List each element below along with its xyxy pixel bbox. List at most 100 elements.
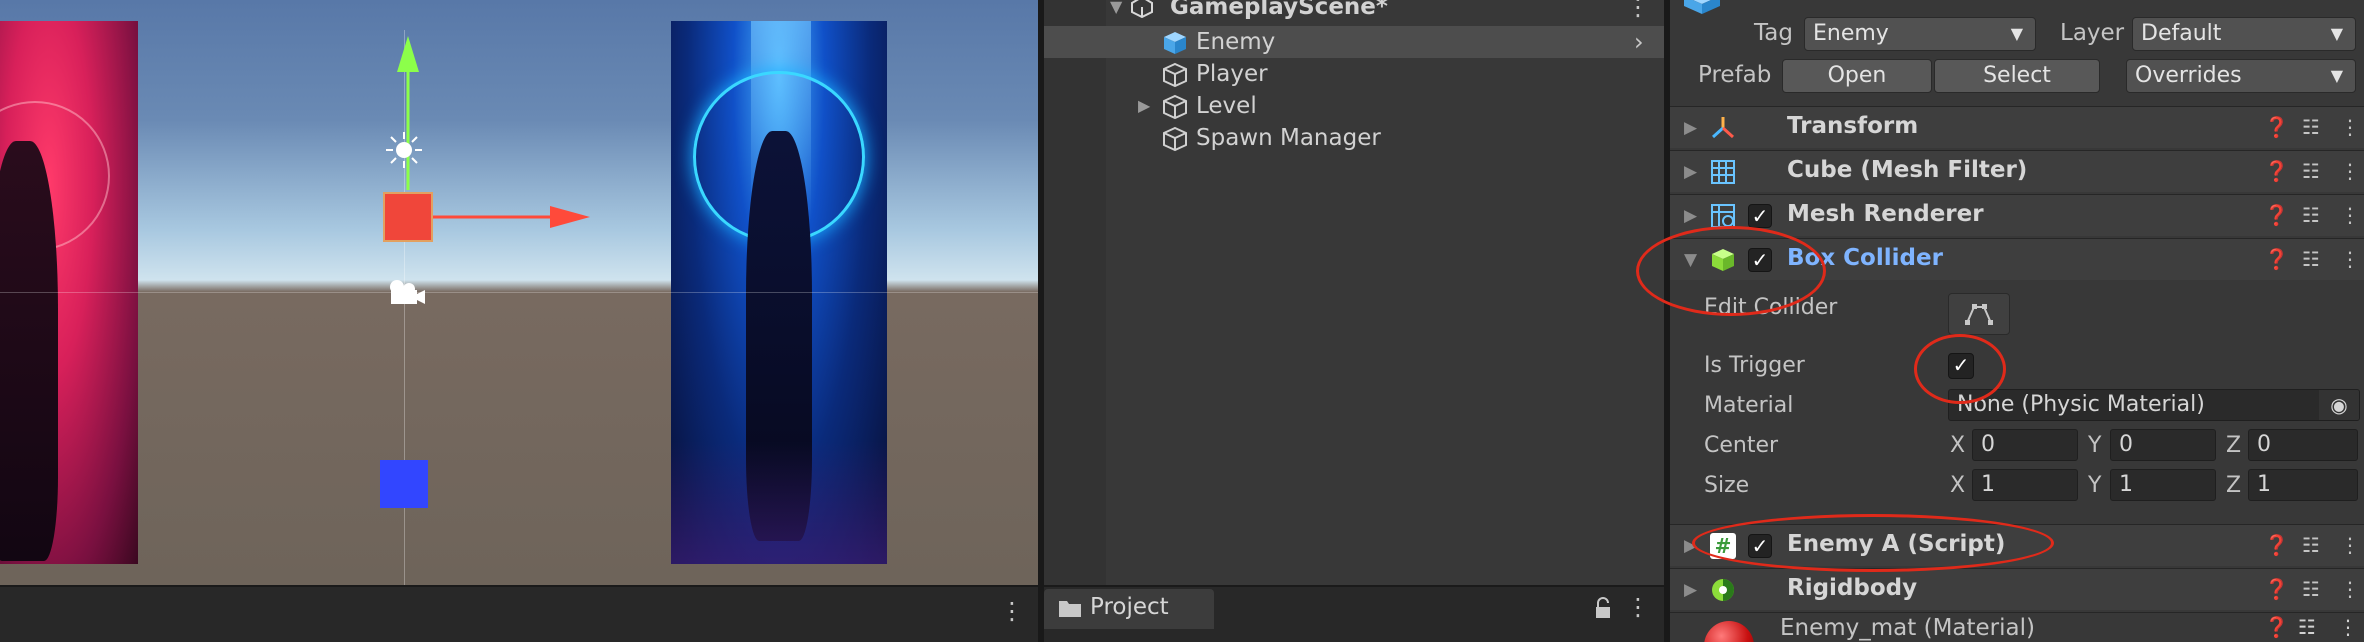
edit-collider-icon (1965, 304, 1993, 325)
cube-icon (1163, 94, 1187, 120)
material-title: Enemy_mat (Material) (1780, 615, 2035, 641)
chevron-down-icon: ▼ (2330, 24, 2343, 43)
chevron-right-icon[interactable]: ▶ (1138, 90, 1150, 122)
chevron-right-icon[interactable]: ▶ (1684, 162, 1697, 182)
help-icon[interactable]: ❓ (2264, 159, 2289, 183)
kebab-menu-icon[interactable]: ⋮ (2340, 247, 2360, 271)
prefab-label: Prefab (1698, 62, 1772, 88)
cube-icon (1164, 32, 1186, 54)
help-icon[interactable]: ❓ (2264, 247, 2289, 271)
mesh-renderer-enabled-checkbox[interactable]: ✓ (1748, 204, 1772, 228)
size-z-field[interactable]: 1 (2248, 469, 2358, 501)
component-rigidbody[interactable]: ▶ Rigidbody ❓ ☷ ⋮ (1670, 568, 2364, 610)
tag-value: Enemy (1813, 21, 1889, 46)
object-picker-icon[interactable]: ◉ (2319, 390, 2359, 420)
kebab-menu-icon[interactable]: ⋮ (2338, 615, 2358, 639)
kebab-menu-icon[interactable]: ⋮ (2340, 203, 2360, 227)
chevron-right-icon[interactable]: › (1634, 26, 1644, 58)
cube-icon (1684, 0, 1720, 14)
component-title: Mesh Renderer (1787, 201, 1984, 227)
layer-value: Default (2141, 21, 2222, 46)
size-y-field[interactable]: 1 (2110, 469, 2216, 501)
annotation-ellipse-box-collider (1636, 226, 1826, 316)
kebab-menu-icon[interactable]: ⋮ (2340, 577, 2360, 601)
layer-dropdown[interactable]: Default ▼ (2132, 17, 2356, 51)
hierarchy-item-label: Enemy (1196, 29, 1276, 55)
chevron-down-icon[interactable]: ▼ (1110, 0, 1122, 20)
component-mesh-filter[interactable]: ▶ Cube (Mesh Filter) ❓ ☷ ⋮ (1670, 150, 2364, 192)
kebab-menu-icon[interactable]: ⋮ (2340, 533, 2360, 557)
component-mesh-renderer[interactable]: ▶ ✓ Mesh Renderer ❓ ☷ ⋮ (1670, 194, 2364, 236)
center-y-field[interactable]: 0 (2110, 429, 2216, 461)
box-collider-body: Edit Collider Is Trigger ✓ Material None… (1670, 281, 2364, 524)
material-field[interactable]: None (Physic Material) ◉ (1948, 389, 2360, 421)
is-trigger-label: Is Trigger (1704, 353, 1805, 378)
tab-project[interactable]: Project (1044, 589, 1214, 629)
edit-collider-button[interactable] (1948, 293, 2010, 335)
inspector-panel: Tag Enemy ▼ Layer Default ▼ Prefab Open … (1636, 0, 2364, 642)
kebab-menu-icon[interactable]: ⋮ (1000, 597, 1024, 625)
component-transform[interactable]: ▶ Transform ❓ ☷ ⋮ (1670, 106, 2364, 148)
component-header-icons: ❓ ☷ ⋮ (2254, 113, 2364, 143)
hierarchy-item-enemy[interactable]: Enemy › (1044, 26, 1664, 58)
component-header-icons: ❓ ☷ ⋮ (2254, 245, 2364, 275)
presets-icon[interactable]: ☷ (2302, 533, 2320, 557)
unity-scene-icon (1131, 0, 1153, 18)
chevron-right-icon[interactable]: ▶ (1684, 206, 1697, 226)
overrides-dropdown[interactable]: Overrides ▼ (2126, 59, 2356, 93)
kebab-menu-icon[interactable]: ⋮ (1626, 593, 1650, 621)
prefab-select-button[interactable]: Select (1934, 59, 2100, 93)
component-title: Transform (1787, 113, 1919, 139)
annotation-ellipse-is-trigger (1914, 334, 2006, 404)
kebab-menu-icon[interactable]: ⋮ (1626, 0, 1650, 20)
folder-icon (1059, 601, 1081, 617)
hierarchy-item-label: Spawn Manager (1196, 125, 1381, 151)
annotation-ellipse-script (1692, 514, 2054, 572)
kebab-menu-icon[interactable]: ⋮ (2340, 159, 2360, 183)
kebab-menu-icon[interactable]: ⋮ (2340, 115, 2360, 139)
scene-view[interactable] (0, 0, 1038, 585)
center-x-field[interactable]: 0 (1972, 429, 2078, 461)
tab-label: Project (1090, 594, 1169, 620)
presets-icon[interactable]: ☷ (2302, 115, 2320, 139)
hierarchy-item-level[interactable]: ▶ Level (1044, 90, 1664, 122)
presets-icon[interactable]: ☷ (2302, 203, 2320, 227)
material-label: Material (1704, 393, 1794, 418)
help-icon[interactable]: ❓ (2264, 203, 2289, 227)
prefab-open-button[interactable]: Open (1782, 59, 1932, 93)
presets-icon[interactable]: ☷ (2302, 247, 2320, 271)
component-header-icons: ❓ ☷ ⋮ (2254, 575, 2364, 605)
lock-icon[interactable] (1594, 597, 1612, 619)
presets-icon[interactable]: ☷ (2302, 159, 2320, 183)
presets-icon[interactable]: ☷ (2302, 577, 2320, 601)
size-x-field[interactable]: 1 (1972, 469, 2078, 501)
size-y-label: Y (2088, 473, 2102, 498)
sun-icon (386, 132, 422, 168)
blue-square-object[interactable] (380, 460, 428, 508)
hierarchy-panel: ▼ GameplayScene* ⋮ Enemy › Player ▶ Leve… (1044, 0, 1664, 585)
scene-footer-bar: ⋮ (0, 585, 1038, 642)
transform-icon (1711, 117, 1735, 139)
chevron-right-icon[interactable]: ▶ (1684, 580, 1697, 600)
presets-icon[interactable]: ☷ (2298, 615, 2316, 639)
help-icon[interactable]: ❓ (2264, 615, 2289, 639)
scene-row[interactable]: ▼ GameplayScene* ⋮ (1044, 0, 1664, 20)
hierarchy-item-spawn-manager[interactable]: Spawn Manager (1044, 122, 1664, 154)
tag-label: Tag (1754, 20, 1793, 46)
chevron-right-icon[interactable]: ▶ (1684, 118, 1697, 138)
component-title: Cube (Mesh Filter) (1787, 157, 2028, 183)
help-icon[interactable]: ❓ (2264, 577, 2289, 601)
help-icon[interactable]: ❓ (2264, 115, 2289, 139)
center-z-label: Z (2226, 433, 2242, 458)
help-icon[interactable]: ❓ (2264, 533, 2289, 557)
size-label: Size (1704, 473, 1750, 498)
ground-mist (671, 441, 887, 564)
center-z-field[interactable]: 0 (2248, 429, 2358, 461)
component-header-icons: ❓ ☷ ⋮ (2254, 531, 2364, 561)
hierarchy-item-player[interactable]: Player (1044, 58, 1664, 90)
tag-dropdown[interactable]: Enemy ▼ (1804, 17, 2036, 51)
size-x-label: X (1950, 473, 1966, 498)
material-preview-sphere (1704, 621, 1754, 642)
hierarchy-item-label: Player (1196, 61, 1268, 87)
material-section[interactable]: Enemy_mat (Material) ❓ ☷ ⋮ (1670, 612, 2364, 642)
